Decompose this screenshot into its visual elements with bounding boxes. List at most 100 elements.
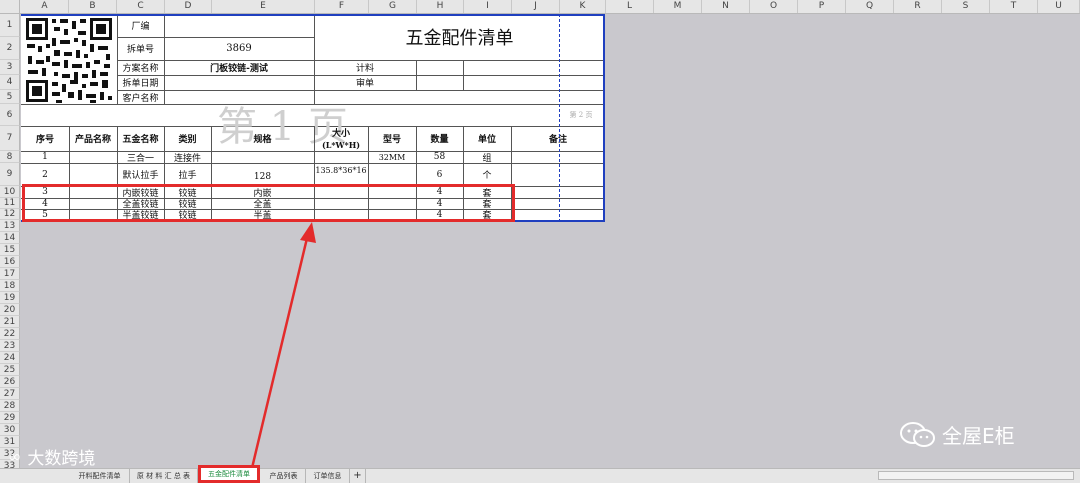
add-sheet-button[interactable]: +: [350, 469, 366, 483]
column-header-g[interactable]: G: [369, 0, 417, 13]
sheet-tab-cutting-list[interactable]: 开料配件清单: [70, 469, 130, 483]
row-header-9[interactable]: 9: [0, 163, 20, 186]
row-header-23[interactable]: 23: [0, 340, 20, 352]
column-header-h[interactable]: H: [417, 0, 464, 13]
table-cell-category[interactable]: 连接件: [164, 151, 211, 164]
row-header-28[interactable]: 28: [0, 400, 20, 412]
table-cell-no[interactable]: 2: [21, 163, 69, 186]
row-header-22[interactable]: 22: [0, 328, 20, 340]
row-header-6[interactable]: 6: [0, 104, 20, 126]
column-header-s[interactable]: S: [942, 0, 990, 13]
row-header-21[interactable]: 21: [0, 316, 20, 328]
table-cell-no[interactable]: 1: [21, 151, 69, 163]
print-area-border: [21, 14, 605, 16]
row-header-26[interactable]: 26: [0, 376, 20, 388]
factory-label: 厂编: [131, 22, 150, 32]
order-no-value[interactable]: 3869: [164, 37, 314, 60]
row-header-15[interactable]: 15: [0, 244, 20, 256]
column-header-i[interactable]: I: [464, 0, 512, 13]
column-header-m[interactable]: M: [654, 0, 702, 13]
table-cell-model[interactable]: 32MM: [368, 151, 416, 163]
column-header-t[interactable]: T: [990, 0, 1038, 13]
column-header-a[interactable]: A: [21, 0, 69, 13]
row-header-11[interactable]: 11: [0, 198, 20, 209]
column-header-p[interactable]: P: [798, 0, 846, 13]
sheet-tab-order-info[interactable]: 订单信息: [306, 469, 350, 483]
row-header-14[interactable]: 14: [0, 232, 20, 244]
column-header-n[interactable]: N: [702, 0, 750, 13]
select-all-corner[interactable]: [0, 0, 20, 13]
column-header-j[interactable]: J: [512, 0, 560, 13]
sheet-tab-material-summary[interactable]: 原 材 料 汇 总 表: [130, 469, 198, 483]
column-header-e[interactable]: E: [212, 0, 315, 13]
order-date-label: 拆单日期: [122, 79, 159, 89]
plan-name-value[interactable]: 门板铰链-测试: [164, 60, 314, 75]
watermark-left-text: 大数跨境: [27, 449, 96, 469]
column-header-b[interactable]: B: [69, 0, 117, 13]
sheet-tab-bar: 开料配件清单 原 材 料 汇 总 表 五金配件清单 产品列表 订单信息 +: [0, 465, 1080, 483]
table-header-product: 产品名称: [74, 135, 111, 145]
row-header-18[interactable]: 18: [0, 280, 20, 292]
row-header-30[interactable]: 30: [0, 424, 20, 436]
row-header-29[interactable]: 29: [0, 412, 20, 424]
column-header-q[interactable]: Q: [846, 0, 894, 13]
table-cell-name[interactable]: 三合一: [117, 151, 164, 164]
row-header-20[interactable]: 20: [0, 304, 20, 316]
column-header-c[interactable]: C: [117, 0, 165, 13]
table-cell-qty[interactable]: 58: [416, 151, 463, 163]
row-header-27[interactable]: 27: [0, 388, 20, 400]
row-header-16[interactable]: 16: [0, 256, 20, 268]
horizontal-scrollbar[interactable]: [878, 471, 1074, 480]
gridline: [117, 90, 605, 91]
table-cell-unit[interactable]: 组: [463, 151, 511, 164]
table-header-category: 类别: [178, 135, 197, 145]
watermark-right-text: 全屋E柜: [942, 424, 1015, 448]
row-header-13[interactable]: 13: [0, 220, 20, 232]
sheet-tab-product-list[interactable]: 产品列表: [262, 469, 306, 483]
chain-logo-icon: ∞: [8, 447, 22, 466]
table-cell-name[interactable]: 默认拉手: [117, 163, 164, 186]
row-header-8[interactable]: 8: [0, 151, 20, 163]
table-header-size-unit: (L*W*H): [321, 139, 361, 150]
row-header-3[interactable]: 3: [0, 60, 20, 75]
sheet-title: 五金配件清单: [405, 28, 514, 49]
row-header-12[interactable]: 12: [0, 209, 20, 220]
row-header-10[interactable]: 10: [0, 186, 20, 198]
highlight-box: [22, 184, 515, 222]
column-header-l[interactable]: L: [606, 0, 654, 13]
row-header-5[interactable]: 5: [0, 90, 20, 104]
customer-label: 客户名称: [122, 93, 159, 104]
row-header-25[interactable]: 25: [0, 364, 20, 376]
table-cell-category[interactable]: 拉手: [164, 163, 211, 186]
wechat-icon: [900, 421, 935, 447]
table-cell-qty[interactable]: 6: [416, 163, 463, 186]
column-header-o[interactable]: O: [750, 0, 798, 13]
row-header-24[interactable]: 24: [0, 352, 20, 364]
highlight-arrow-icon: [250, 222, 316, 469]
table-header-hardware-name: 五金名称: [122, 135, 159, 145]
table-header-model: 型号: [382, 135, 401, 145]
watermark-left: ∞ 大数跨境: [8, 444, 95, 469]
row-header-19[interactable]: 19: [0, 292, 20, 304]
review-label: 审单: [355, 79, 374, 89]
column-header-bar: A B C D E F G H I J K L M N O P Q R S T …: [0, 0, 1080, 14]
row-header-2[interactable]: 2: [0, 37, 20, 60]
order-no-label: 拆单号: [126, 45, 154, 55]
column-header-f[interactable]: F: [315, 0, 369, 13]
sheet-tab-hardware-list[interactable]: 五金配件清单: [198, 465, 260, 483]
column-header-d[interactable]: D: [165, 0, 212, 13]
table-cell-size[interactable]: 135.8*36*16: [314, 163, 368, 177]
row-header-1[interactable]: 1: [0, 14, 20, 37]
row-header-17[interactable]: 17: [0, 268, 20, 280]
table-cell-unit[interactable]: 个: [463, 163, 511, 186]
row-header-7[interactable]: 7: [0, 126, 20, 151]
column-header-u[interactable]: U: [1038, 0, 1080, 13]
plan-name-label: 方案名称: [122, 64, 159, 74]
page-total-label: 第 2 页: [569, 111, 593, 119]
row-header-4[interactable]: 4: [0, 75, 20, 90]
watermark-right: 全屋E柜: [900, 420, 1015, 449]
column-header-r[interactable]: R: [894, 0, 942, 13]
column-header-k[interactable]: K: [560, 0, 606, 13]
calc-label: 计料: [355, 64, 374, 74]
table-header-unit: 单位: [477, 135, 496, 145]
